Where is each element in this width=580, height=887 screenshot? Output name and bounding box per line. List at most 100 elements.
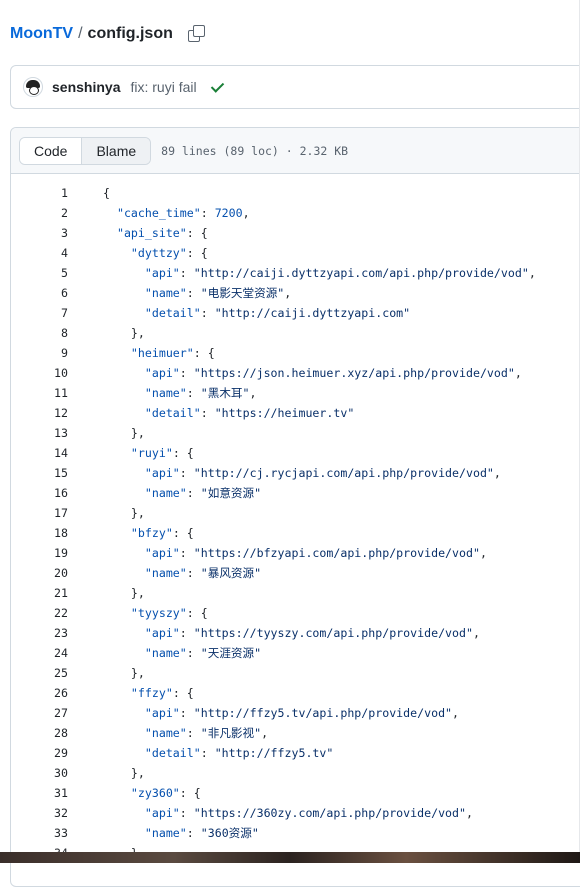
file-name: config.json: [87, 25, 173, 42]
code-token: "name": [144, 286, 187, 300]
code-token: ,: [452, 706, 460, 720]
repo-link[interactable]: MoonTV: [10, 25, 73, 43]
line-number[interactable]: 8: [11, 326, 68, 340]
code-line: 7 "detail": "http://caiji.dyttzyapi.com": [11, 303, 580, 323]
line-number[interactable]: 18: [11, 526, 68, 540]
line-number[interactable]: 19: [11, 546, 68, 560]
code-token: : {: [179, 786, 201, 800]
commit-author[interactable]: senshinya: [52, 79, 120, 95]
line-number[interactable]: 29: [11, 746, 68, 760]
check-icon[interactable]: [211, 80, 225, 94]
code-token: "dyttzy": [130, 246, 187, 260]
line-number[interactable]: 9: [11, 346, 68, 360]
line-number[interactable]: 10: [11, 366, 68, 380]
code-text: "dyttzy": {: [103, 246, 208, 260]
code-text: },: [103, 506, 145, 520]
line-number[interactable]: 26: [11, 686, 68, 700]
code-line: 9 "heimuer": {: [11, 343, 580, 363]
code-token: ,: [514, 366, 522, 380]
code-token: :: [200, 406, 215, 420]
line-number[interactable]: 32: [11, 806, 68, 820]
line-number[interactable]: 12: [11, 406, 68, 420]
line-number[interactable]: 24: [11, 646, 68, 660]
line-number[interactable]: 5: [11, 266, 68, 280]
code-text: {: [103, 186, 110, 200]
line-number[interactable]: 6: [11, 286, 68, 300]
taskbar-strip: [0, 852, 580, 863]
code-line: 11 "name": "黑木耳",: [11, 383, 580, 403]
code-token: :: [179, 366, 194, 380]
line-number[interactable]: 14: [11, 446, 68, 460]
line-number[interactable]: 21: [11, 586, 68, 600]
code-text: "name": "360资源": [103, 825, 259, 841]
code-token: :: [200, 206, 215, 220]
code-line: 19 "api": "https://bfzyapi.com/api.php/p…: [11, 543, 580, 563]
code-token: :: [179, 466, 194, 480]
code-line: 14 "ruyi": {: [11, 443, 580, 463]
line-number[interactable]: 25: [11, 666, 68, 680]
line-number[interactable]: 27: [11, 706, 68, 720]
code-text: "detail": "http://ffzy5.tv": [103, 746, 333, 760]
line-number[interactable]: 20: [11, 566, 68, 580]
line-number[interactable]: 13: [11, 426, 68, 440]
code-token: 7200: [214, 206, 243, 220]
code-token: {: [103, 186, 110, 200]
code-text: "api": "https://360zy.com/api.php/provid…: [103, 806, 473, 820]
code-line: 17 },: [11, 503, 580, 523]
line-number[interactable]: 31: [11, 786, 68, 800]
tab-blame[interactable]: Blame: [82, 137, 151, 164]
line-number[interactable]: 23: [11, 626, 68, 640]
tab-code[interactable]: Code: [20, 137, 83, 164]
line-number[interactable]: 15: [11, 466, 68, 480]
line-number[interactable]: 4: [11, 246, 68, 260]
commit-message[interactable]: fix: ruyi fail: [130, 79, 196, 95]
code-line: 24 "name": "天涯资源": [11, 643, 580, 663]
code-token: "api": [144, 466, 180, 480]
line-number[interactable]: 16: [11, 486, 68, 500]
avatar[interactable]: [23, 77, 43, 97]
code-token: "http://ffzy5.tv/api.php/provide/vod": [193, 706, 453, 720]
code-line: 22 "tyyszy": {: [11, 603, 580, 623]
code-token: :: [186, 486, 201, 500]
code-token: "http://cj.rycjapi.com/api.php/provide/v…: [193, 466, 494, 480]
code-token: :: [186, 286, 201, 300]
code-line: 6 "name": "电影天堂资源",: [11, 283, 580, 303]
line-number[interactable]: 22: [11, 606, 68, 620]
copy-path-icon[interactable]: [187, 25, 205, 43]
code-line: 3 "api_site": {: [11, 223, 580, 243]
code-token: "name": [144, 826, 187, 840]
code-token: "cache_time": [116, 206, 201, 220]
line-number[interactable]: 11: [11, 386, 68, 400]
line-number[interactable]: 3: [11, 226, 68, 240]
code-text: },: [103, 326, 145, 340]
code-token: ,: [261, 726, 269, 740]
line-number[interactable]: 2: [11, 206, 68, 220]
code-token: "http://caiji.dyttzyapi.com": [214, 306, 411, 320]
code-text: },: [103, 586, 145, 600]
file-meta: 89 lines (89 loc) · 2.32 KB: [161, 143, 349, 158]
line-number[interactable]: 7: [11, 306, 68, 320]
line-number[interactable]: 30: [11, 766, 68, 780]
code-text: "detail": "http://caiji.dyttzyapi.com": [103, 306, 410, 320]
line-number[interactable]: 28: [11, 726, 68, 740]
code-line: 10 "api": "https://json.heimuer.xyz/api.…: [11, 363, 580, 383]
line-number[interactable]: 17: [11, 506, 68, 520]
code-text: "heimuer": {: [103, 346, 215, 360]
code-token: :: [179, 806, 194, 820]
code-token: "heimuer": [130, 346, 194, 360]
code-token: "http://ffzy5.tv": [214, 746, 334, 760]
code-token: "name": [144, 566, 187, 580]
code-line: 2 "cache_time": 7200,: [11, 203, 580, 223]
code-text: "api_site": {: [103, 226, 208, 240]
line-number[interactable]: 1: [11, 186, 68, 200]
code-text: "name": "天涯资源": [103, 645, 261, 661]
line-number[interactable]: 33: [11, 826, 68, 840]
code-token: "api": [144, 806, 180, 820]
code-token: "api": [144, 266, 180, 280]
